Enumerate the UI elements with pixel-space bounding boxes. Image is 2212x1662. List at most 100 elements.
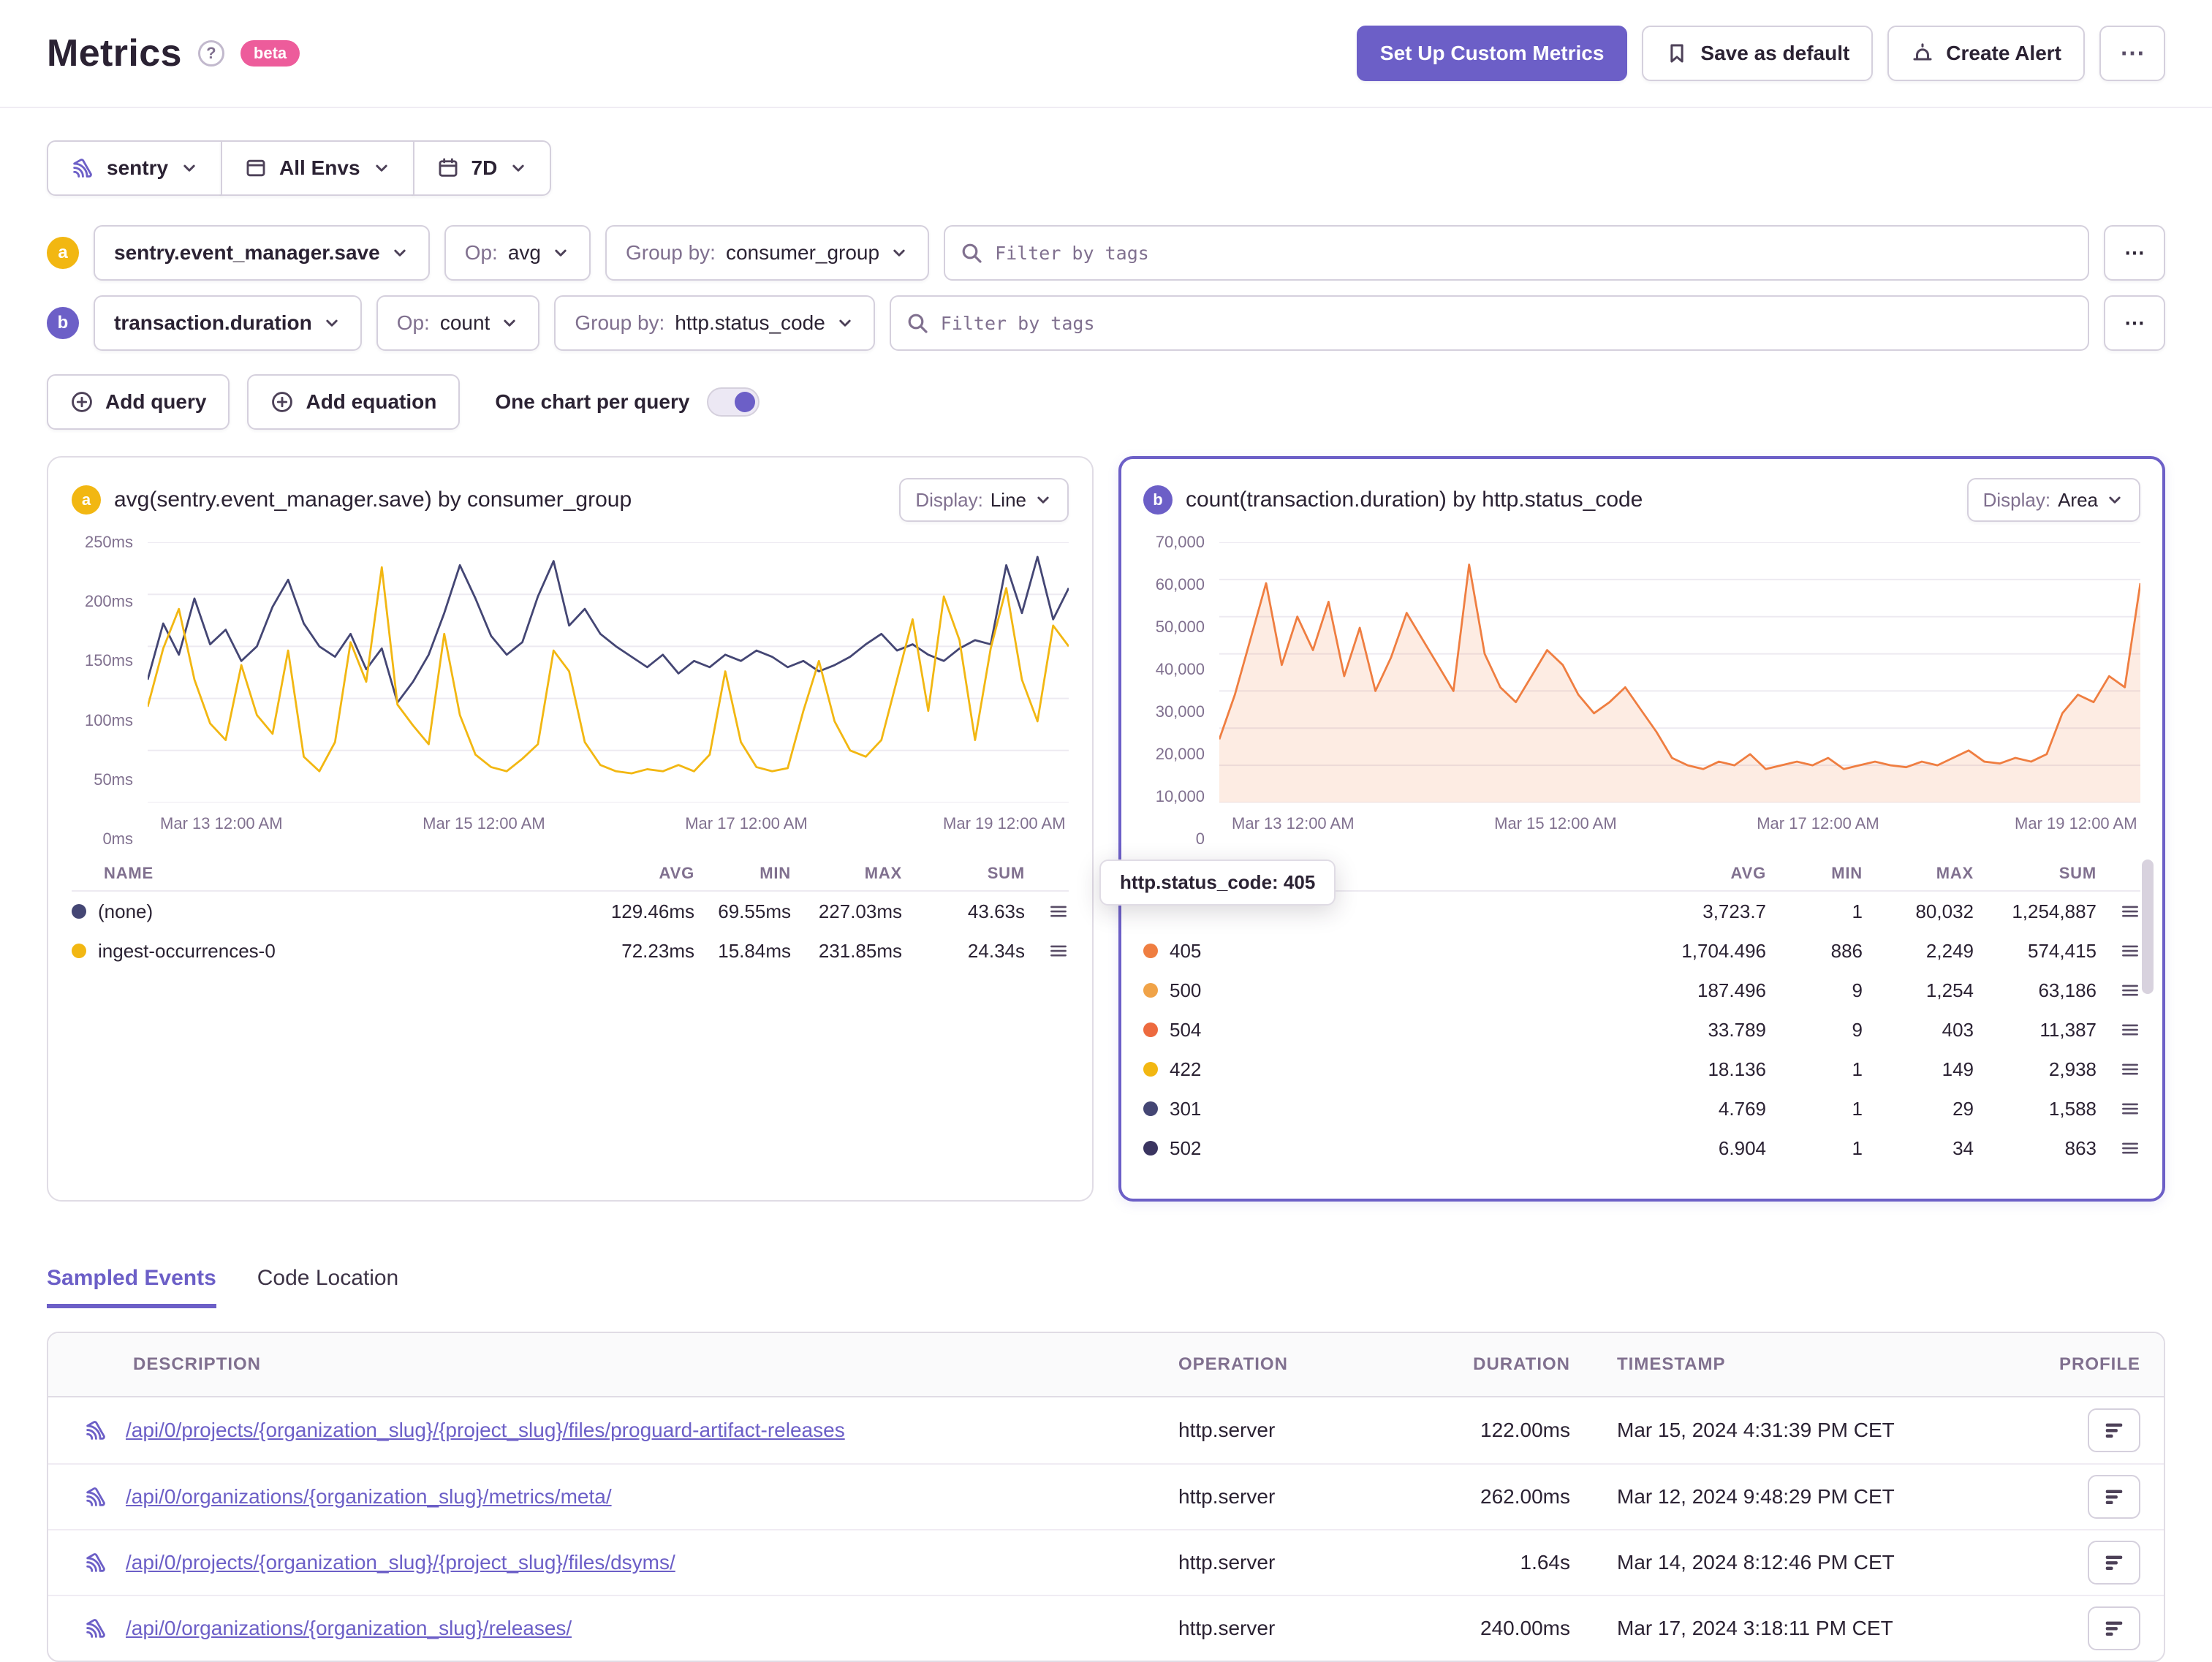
sampled-events-table: DESCRIPTION OPERATION DURATION TIMESTAMP PRO…: [47, 1332, 2165, 1662]
event-description-link[interactable]: /api/0/projects/{organization_slug}/{pro…: [126, 1551, 675, 1574]
chevron-down-icon: [2109, 496, 2121, 504]
op-value-b: count: [439, 311, 490, 334]
summary-value: 72.23ms: [621, 939, 694, 962]
help-icon[interactable]: ?: [197, 40, 224, 67]
summary-value: 29: [1952, 1097, 1974, 1120]
profile-button[interactable]: [2088, 1408, 2140, 1452]
toggle-knob: [735, 392, 756, 412]
query-more-button-b[interactable]: ⋯: [2104, 295, 2165, 351]
date-range-selector[interactable]: 7D: [412, 140, 552, 196]
summary-value: 80,032: [1915, 900, 1974, 922]
metric-select-b[interactable]: transaction.duration: [94, 295, 362, 351]
header-more-button[interactable]: ⋯: [2099, 26, 2165, 81]
summary-value: 187.496: [1697, 979, 1766, 1001]
tab-code-location[interactable]: Code Location: [257, 1266, 398, 1308]
y-axis-label: 70,000: [1155, 533, 1205, 551]
series-name: 301: [1170, 1097, 1202, 1120]
series-name: 504: [1170, 1018, 1202, 1041]
summary-value: 149: [1942, 1058, 1974, 1080]
summary-table-row: 502 6.904 1 34 863: [1143, 1128, 2140, 1168]
save-as-default-label: Save as default: [1700, 42, 1850, 64]
x-axis-label: Mar 19 12:00 AM: [943, 814, 1066, 832]
groupby-label-a: Group by:: [626, 241, 716, 264]
row-menu-button[interactable]: [2097, 1020, 2140, 1040]
tab-sampled-events[interactable]: Sampled Events: [47, 1266, 216, 1308]
display-select-b[interactable]: Display: Area: [1966, 478, 2140, 522]
x-axis: Mar 13 12:00 AM Mar 15 12:00 AM Mar 17 12:…: [1219, 807, 2140, 839]
environment-selector[interactable]: All Envs: [221, 140, 414, 196]
row-menu-button[interactable]: [2097, 1098, 2140, 1119]
sentry-icon: [83, 1550, 108, 1575]
chart-plot-b[interactable]: [1219, 542, 2140, 802]
create-alert-button[interactable]: Create Alert: [1887, 26, 2085, 81]
event-timestamp: Mar 12, 2024 9:48:29 PM CET: [1617, 1485, 1895, 1508]
summary-value: 6.904: [1718, 1137, 1766, 1159]
metric-select-a[interactable]: sentry.event_manager.save: [94, 225, 430, 281]
chevron-down-icon: [326, 319, 338, 327]
setup-custom-metrics-button[interactable]: Set Up Custom Metrics: [1356, 26, 1628, 81]
y-axis-label: 60,000: [1155, 575, 1205, 593]
op-select-a[interactable]: Op: avg: [444, 225, 591, 281]
alert-icon: [1913, 43, 1932, 61]
query-more-button-a[interactable]: ⋯: [2104, 225, 2165, 281]
add-query-button[interactable]: Add query: [47, 374, 230, 430]
project-selector-label: sentry: [107, 156, 169, 179]
row-menu-button[interactable]: [2097, 1138, 2140, 1158]
scrollbar-thumb[interactable]: [2142, 860, 2154, 994]
y-axis-label: 50ms: [94, 770, 133, 789]
row-menu-button[interactable]: [1025, 901, 1069, 922]
chevron-down-icon: [183, 164, 195, 172]
row-menu-button[interactable]: [2097, 941, 2140, 961]
display-select-a[interactable]: Display: Line: [899, 478, 1069, 522]
ellipsis-icon: ⋯: [2124, 241, 2145, 264]
profile-button[interactable]: [2088, 1475, 2140, 1519]
series-name: (none): [98, 900, 154, 922]
event-profile-cell: [2025, 1606, 2164, 1650]
profile-button[interactable]: [2088, 1541, 2140, 1585]
events-table-body: /api/0/projects/{organization_slug}/{pro…: [48, 1397, 2164, 1661]
groupby-select-b[interactable]: Group by: http.status_code: [554, 295, 875, 351]
summary-table-row: ingest-occurrences-0 72.23ms 15.84ms 231.85…: [72, 931, 1069, 971]
series-name-cell: 504: [1143, 1019, 1613, 1041]
event-operation: http.server: [1178, 1419, 1276, 1441]
event-row: /api/0/projects/{organization_slug}/{pro…: [48, 1397, 2164, 1463]
chevron-down-icon: [1037, 496, 1049, 504]
summary-table: NAME AVG MIN MAX SUM (none) 129.46ms 69.55ms 227…: [72, 857, 1069, 971]
x-axis-label: Mar 15 12:00 AM: [1494, 814, 1617, 832]
y-axis: 250ms 200ms 150ms 100ms 50ms 0ms: [72, 533, 148, 848]
chevron-down-icon: [504, 319, 515, 327]
x-axis-label: Mar 13 12:00 AM: [160, 814, 283, 832]
profile-button[interactable]: [2088, 1606, 2140, 1650]
row-menu-button[interactable]: [2097, 1059, 2140, 1079]
scrollbar[interactable]: [2142, 857, 2154, 1174]
op-label-b: Op:: [396, 311, 430, 334]
save-as-default-button[interactable]: Save as default: [1642, 26, 1874, 81]
x-axis-label: Mar 17 12:00 AM: [685, 814, 808, 832]
chevron-down-icon: [394, 249, 406, 257]
summary-value: 129.46ms: [610, 900, 694, 922]
chart-plot-a[interactable]: [148, 542, 1069, 802]
row-menu-button[interactable]: [1025, 941, 1069, 961]
add-equation-button[interactable]: Add equation: [247, 374, 461, 430]
series-name-cell: ingest-occurrences-0: [72, 940, 541, 963]
tag-filter-input-a[interactable]: [944, 225, 2089, 281]
op-select-b[interactable]: Op: count: [376, 295, 540, 351]
tag-filter-input-b[interactable]: [889, 295, 2089, 351]
chart-badge-b: b: [1143, 485, 1173, 515]
y-axis-label: 0ms: [102, 830, 133, 848]
row-menu-button[interactable]: [2097, 901, 2140, 922]
event-description-link[interactable]: /api/0/organizations/{organization_slug}…: [126, 1617, 572, 1640]
event-description-link[interactable]: /api/0/organizations/{organization_slug}…: [126, 1485, 612, 1509]
event-operation: http.server: [1178, 1617, 1276, 1639]
summary-header-cell: MAX: [1936, 864, 1974, 882]
detail-tabs: Sampled Events Code Location: [47, 1266, 2165, 1308]
sentry-icon: [83, 1616, 108, 1641]
event-description-cell: /api/0/projects/{organization_slug}/{pro…: [48, 1418, 1155, 1443]
row-menu-button[interactable]: [2097, 980, 2140, 1001]
project-selector[interactable]: sentry: [47, 140, 223, 196]
groupby-select-a[interactable]: Group by: consumer_group: [605, 225, 930, 281]
event-description-link[interactable]: /api/0/projects/{organization_slug}/{pro…: [126, 1419, 845, 1442]
one-chart-per-query-toggle[interactable]: [707, 387, 760, 417]
summary-table-row: 504 33.789 9 403 11,387: [1143, 1010, 2140, 1050]
chart-badge-a: a: [72, 485, 101, 515]
